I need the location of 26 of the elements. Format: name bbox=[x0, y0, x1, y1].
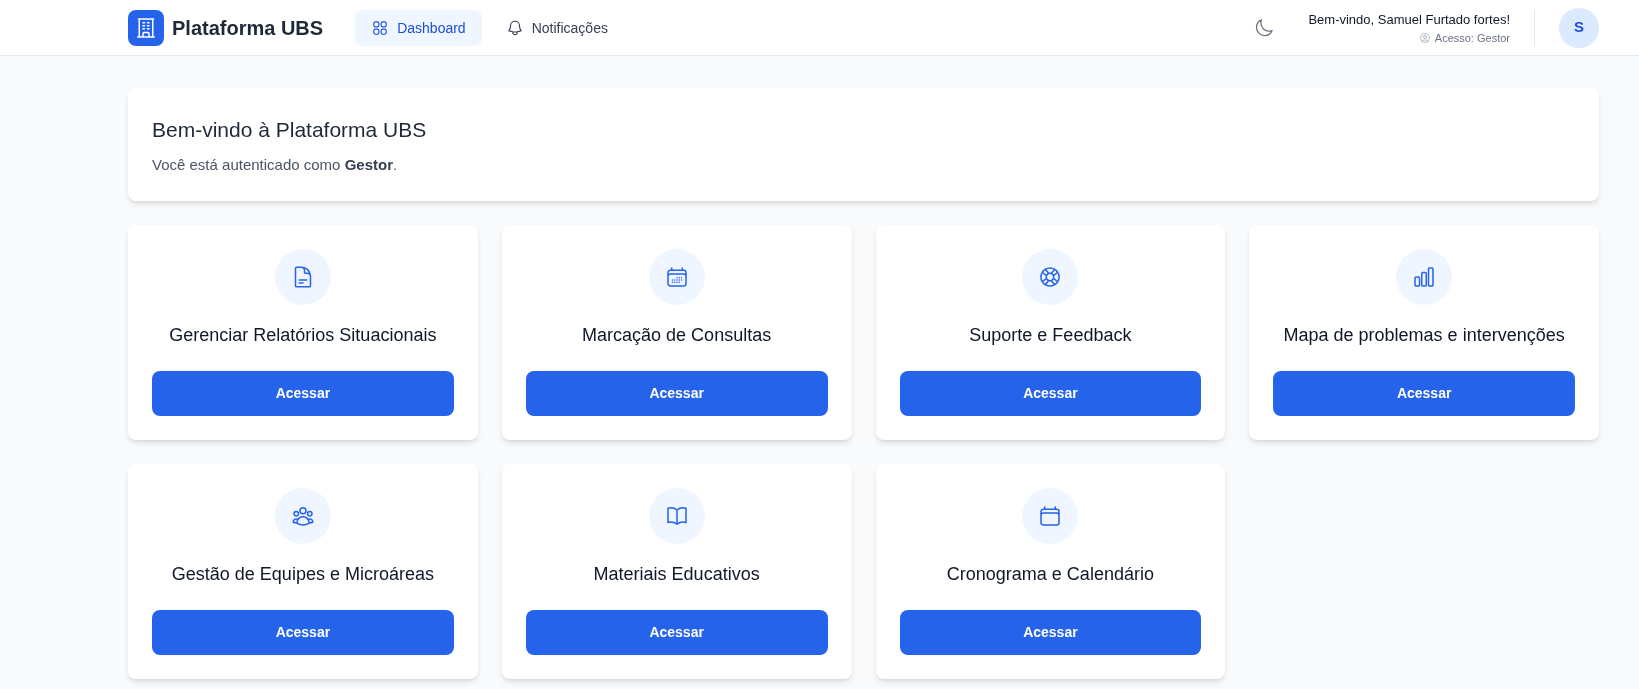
building-icon bbox=[128, 9, 164, 46]
module-title: Gerenciar Relatórios Situacionais bbox=[169, 323, 437, 347]
module-title: Materiais Educativos bbox=[593, 562, 760, 586]
nav-tab[interactable]: Dashboard bbox=[355, 9, 482, 46]
access-button[interactable]: Acessar bbox=[1273, 370, 1575, 416]
access-button[interactable]: Acessar bbox=[525, 370, 828, 416]
module-title: Gestão de Equipes e Microáreas bbox=[171, 562, 434, 586]
user-greeting: Bem-vindo, Samuel Furtado fortes! bbox=[1308, 10, 1510, 29]
user-avatar[interactable]: S bbox=[1559, 7, 1599, 48]
access-button[interactable]: Acessar bbox=[899, 370, 1202, 416]
moon-icon bbox=[1254, 17, 1275, 38]
app-title: Plataforma UBS bbox=[172, 15, 324, 41]
module-title: Suporte e Feedback bbox=[969, 323, 1132, 347]
access-button[interactable]: Acessar bbox=[899, 609, 1202, 655]
welcome-title: Bem-vindo à Plataforma UBS bbox=[152, 117, 428, 143]
access-button[interactable]: Acessar bbox=[525, 609, 828, 655]
user-role: Acesso: Gestor bbox=[1434, 30, 1510, 46]
access-button[interactable]: Acessar bbox=[152, 609, 454, 655]
nav-tab[interactable]: Notificações bbox=[489, 9, 624, 46]
welcome-subtitle: Você está autenticado como Gestor. bbox=[152, 155, 399, 175]
access-button[interactable]: Acessar bbox=[152, 370, 454, 416]
module-title: Cronograma e Calendário bbox=[946, 562, 1154, 586]
bell-icon bbox=[505, 18, 524, 37]
module-title: Marcação de Consultas bbox=[582, 323, 772, 347]
module-title: Mapa de problemas e intervenções bbox=[1283, 323, 1565, 347]
grid-icon bbox=[371, 18, 390, 37]
